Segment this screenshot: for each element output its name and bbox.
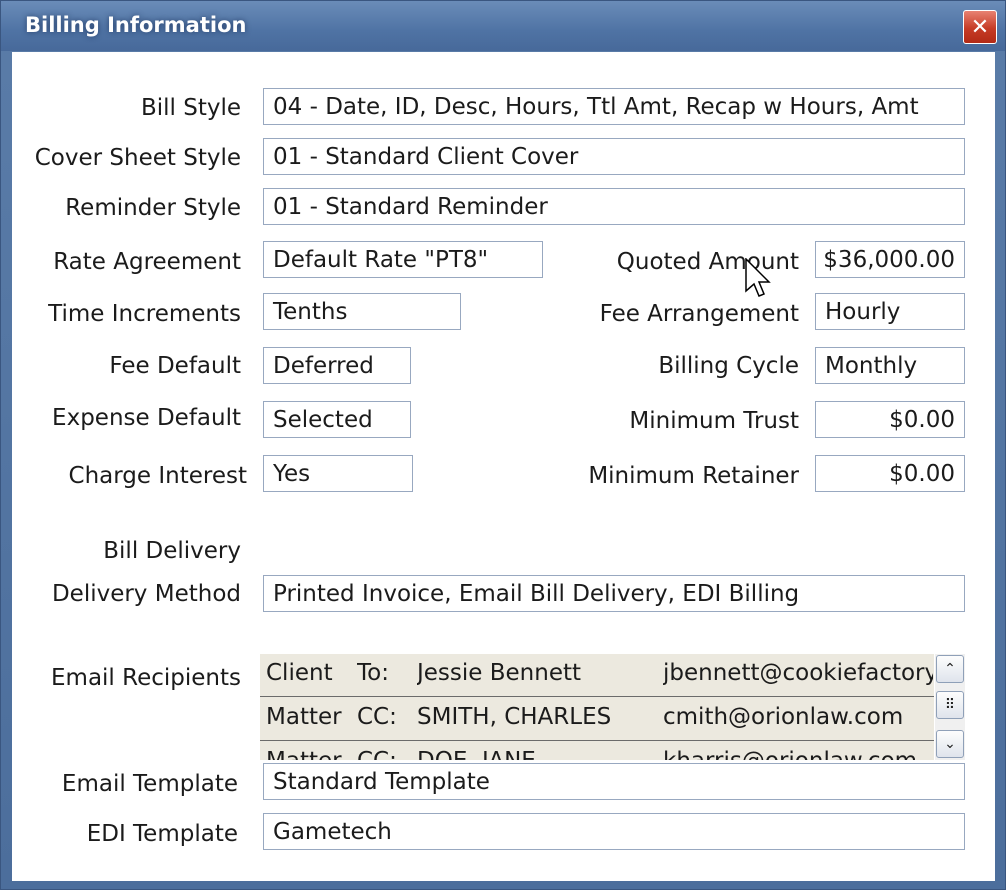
email-template-label: Email Template (61, 771, 238, 797)
rate-agreement-field[interactable]: Default Rate "PT8" (263, 241, 543, 278)
recipient-kind: CC: (357, 748, 397, 760)
bill-style-field[interactable]: 04 - Date, ID, Desc, Hours, Ttl Amt, Rec… (263, 88, 965, 125)
bill-style-label: Bill Style (140, 95, 241, 121)
table-row[interactable]: Client To: Jessie Bennett jbennett@cooki… (260, 654, 934, 697)
minimum-trust-field[interactable]: $0.00 (815, 401, 965, 438)
fee-arrangement-label: Fee Arrangement (599, 301, 799, 327)
recipient-type: Matter (266, 704, 342, 730)
fee-arrangement-field[interactable]: Hourly (815, 293, 965, 330)
time-increments-field[interactable]: Tenths (263, 293, 461, 330)
minimum-trust-label: Minimum Trust (629, 408, 799, 434)
cover-sheet-style-field[interactable]: 01 - Standard Client Cover (263, 138, 965, 175)
recipient-name: SMITH, CHARLES (417, 704, 612, 730)
quoted-amount-field[interactable]: $36,000.00 (815, 241, 965, 278)
recipient-name: Jessie Bennett (417, 660, 582, 686)
recipient-kind: To: (357, 660, 389, 686)
recipient-email: cmith@orionlaw.com (663, 704, 904, 730)
title-bar[interactable]: Billing Information ✕ (1, 1, 1005, 51)
billing-cycle-label: Billing Cycle (658, 353, 799, 379)
close-icon: ✕ (970, 14, 990, 40)
chevron-down-icon: ⌄ (944, 736, 956, 752)
reminder-style-label: Reminder Style (65, 195, 241, 221)
table-row[interactable]: Matter CC: DOE, JANE kharris@orionlaw.co… (260, 742, 934, 760)
quoted-amount-label: Quoted Amount (616, 249, 799, 275)
recipient-type: Matter (266, 748, 342, 760)
delivery-method-field[interactable]: Printed Invoice, Email Bill Delivery, ED… (263, 575, 965, 612)
delivery-method-label: Delivery Method (51, 581, 241, 607)
window-title: Billing Information (25, 13, 247, 37)
fee-default-field[interactable]: Deferred (263, 347, 411, 384)
fee-default-label: Fee Default (109, 353, 241, 379)
expense-default-label: Expense Default (52, 405, 241, 431)
reminder-style-field[interactable]: 01 - Standard Reminder (263, 188, 965, 225)
recipient-name: DOE, JANE (417, 748, 536, 760)
bill-delivery-heading: Bill Delivery (103, 538, 241, 564)
recipient-type: Client (266, 660, 333, 686)
edi-template-field[interactable]: Gametech (263, 813, 965, 850)
grip-icon: ⠿ (944, 697, 956, 713)
charge-interest-label: Charge Interest (68, 463, 247, 489)
minimum-retainer-label: Minimum Retainer (588, 463, 799, 489)
scroll-up-button[interactable]: ⌃ (936, 655, 964, 683)
rate-agreement-label: Rate Agreement (53, 249, 241, 275)
scroll-down-button[interactable]: ⌄ (936, 730, 964, 758)
recipient-kind: CC: (357, 704, 397, 730)
table-row[interactable]: Matter CC: SMITH, CHARLES cmith@orionlaw… (260, 698, 934, 741)
time-increments-label: Time Increments (48, 301, 241, 327)
billing-information-window: Billing Information ✕ Bill Style 04 - Da… (0, 0, 1006, 890)
email-template-field[interactable]: Standard Template (263, 763, 965, 800)
close-button[interactable]: ✕ (963, 10, 997, 44)
charge-interest-field[interactable]: Yes (263, 455, 413, 492)
scroll-thumb[interactable]: ⠿ (936, 691, 964, 719)
expense-default-field[interactable]: Selected (263, 401, 411, 438)
email-recipients-grid[interactable]: Client To: Jessie Bennett jbennett@cooki… (260, 654, 934, 760)
edi-template-label: EDI Template (86, 821, 238, 847)
email-recipients-label: Email Recipients (51, 665, 241, 691)
recipients-scrollbar[interactable]: ⌃ ⠿ ⌄ (935, 654, 965, 760)
cover-sheet-style-label: Cover Sheet Style (34, 145, 241, 171)
recipient-email: jbennett@cookiefactory (663, 660, 933, 686)
recipient-email: kharris@orionlaw.com (663, 748, 933, 760)
mouse-pointer-icon (745, 258, 771, 297)
billing-cycle-field[interactable]: Monthly (815, 347, 965, 384)
minimum-retainer-field[interactable]: $0.00 (815, 455, 965, 492)
chevron-up-icon: ⌃ (944, 661, 956, 677)
